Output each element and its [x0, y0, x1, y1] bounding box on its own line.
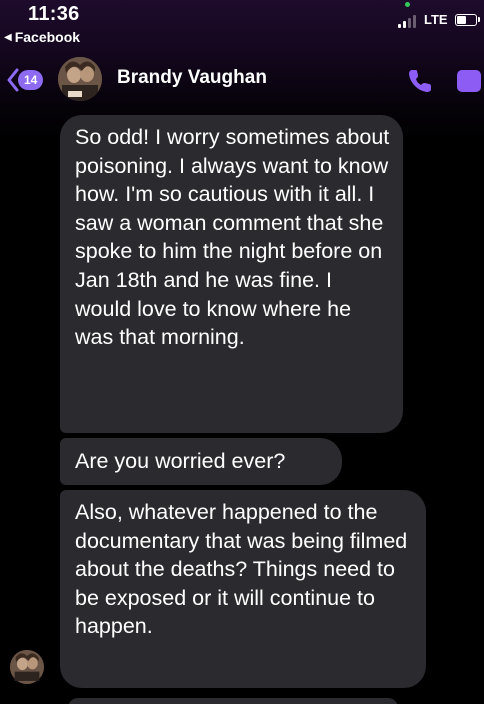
conversation-header: 14 Brandy Vaughan	[0, 50, 484, 110]
back-to-app-label: Facebook	[14, 29, 81, 45]
video-icon[interactable]	[457, 70, 481, 92]
status-time: 11:36	[28, 3, 80, 25]
back-triangle-icon: ◀	[4, 31, 12, 43]
avatar-photo	[58, 57, 102, 101]
signal-strength-icon	[398, 14, 420, 28]
sender-avatar-photo	[10, 650, 44, 684]
camera-in-use-indicator	[405, 2, 410, 7]
back-to-app-link[interactable]: ◀ Facebook	[4, 29, 80, 45]
status-bar: 11:36 ◀ Facebook LTE	[0, 0, 484, 50]
battery-icon	[455, 14, 480, 26]
battery-level-fill	[457, 16, 466, 24]
unread-count-badge: 14	[18, 70, 44, 90]
contact-avatar[interactable]	[58, 57, 102, 101]
contact-name[interactable]: Brandy Vaughan	[117, 67, 267, 89]
message-bubble-received[interactable]: Also, whatever happened to the documenta…	[60, 490, 426, 688]
messenger-conversation-screen: 11:36 ◀ Facebook LTE 14 Brandy Vaughan S…	[0, 0, 484, 704]
back-button[interactable]: 14	[6, 68, 44, 92]
phone-icon[interactable]	[405, 66, 435, 96]
message-bubble-partial[interactable]	[68, 698, 398, 704]
message-bubble-received[interactable]: So odd! I worry sometimes about poisonin…	[60, 115, 403, 433]
network-type: LTE	[424, 12, 448, 27]
message-bubble-received[interactable]: Are you worried ever?	[60, 438, 342, 485]
sender-avatar[interactable]	[10, 650, 44, 684]
